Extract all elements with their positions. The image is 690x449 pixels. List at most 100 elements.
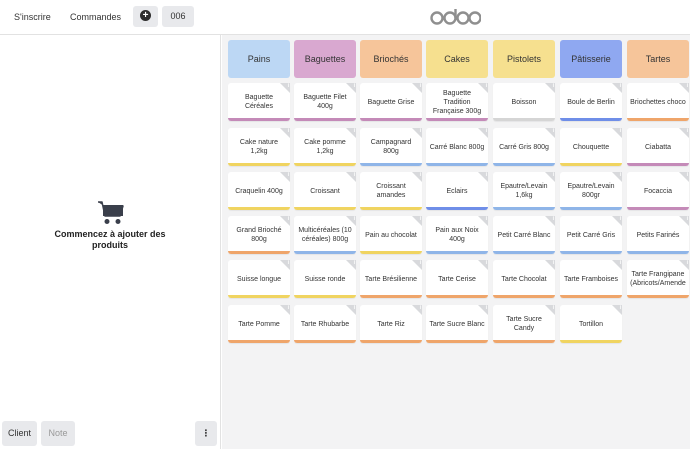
product-card[interactable]: Epautre/Levain 1,6kg i xyxy=(493,172,555,210)
current-order-tab[interactable]: 006 xyxy=(162,6,194,27)
product-card[interactable]: Chouquette i xyxy=(560,128,622,166)
product-card[interactable]: Tarte Riz i xyxy=(360,305,422,343)
product-card[interactable]: Grand Brioché 800g i xyxy=(228,216,290,254)
new-order-button[interactable]: + xyxy=(133,6,158,27)
product-info-icon[interactable]: i xyxy=(545,260,555,270)
product-card[interactable]: Boule de Berlin i xyxy=(560,83,622,121)
product-card[interactable]: Tarte Pomme i xyxy=(228,305,290,343)
product-info-icon[interactable]: i xyxy=(280,172,290,182)
product-card[interactable]: Baguette Tradition Française 300g i xyxy=(426,83,488,121)
client-button[interactable]: Client xyxy=(2,421,37,446)
product-info-icon[interactable]: i xyxy=(679,172,689,182)
category-cakes[interactable]: Cakes xyxy=(426,40,488,78)
product-info-icon[interactable]: i xyxy=(612,260,622,270)
product-info-icon[interactable]: i xyxy=(679,260,689,270)
product-card[interactable]: Campagnard 800g i xyxy=(360,128,422,166)
product-card[interactable]: Epautre/Levain 800gr i xyxy=(560,172,622,210)
product-info-icon[interactable]: i xyxy=(545,216,555,226)
product-card[interactable]: Croissant i xyxy=(294,172,356,210)
product-info-icon[interactable]: i xyxy=(478,128,488,138)
product-card[interactable]: Tarte Framboises i xyxy=(560,260,622,298)
product-info-icon[interactable]: i xyxy=(612,83,622,93)
product-info-icon[interactable]: i xyxy=(612,305,622,315)
product-info-icon[interactable]: i xyxy=(280,260,290,270)
product-info-icon[interactable]: i xyxy=(412,172,422,182)
product-card[interactable]: Tarte Brésilienne i xyxy=(360,260,422,298)
product-info-icon[interactable]: i xyxy=(478,216,488,226)
product-info-icon[interactable]: i xyxy=(412,83,422,93)
product-card[interactable]: Craquelin 400g i xyxy=(228,172,290,210)
product-card[interactable]: Petit Carré Gris i xyxy=(560,216,622,254)
product-info-icon[interactable]: i xyxy=(545,128,555,138)
category-briochés[interactable]: Briochés xyxy=(360,40,422,78)
product-name: Craquelin 400g xyxy=(235,187,283,195)
product-card[interactable]: Tarte Rhubarbe i xyxy=(294,305,356,343)
product-card[interactable]: Tarte Sucre Blanc i xyxy=(426,305,488,343)
product-info-icon[interactable]: i xyxy=(679,216,689,226)
product-card[interactable]: Croissant amandes i xyxy=(360,172,422,210)
product-card[interactable]: Tarte Chocolat i xyxy=(493,260,555,298)
product-info-icon[interactable]: i xyxy=(412,216,422,226)
product-card[interactable]: Pain aux Noix 400g i xyxy=(426,216,488,254)
product-card[interactable]: Ciabatta i xyxy=(627,128,689,166)
category-baguettes[interactable]: Baguettes xyxy=(294,40,356,78)
product-card[interactable]: Tarte Cerise i xyxy=(426,260,488,298)
product-name: Tarte Brésilienne xyxy=(364,275,418,283)
product-info-icon[interactable]: i xyxy=(346,83,356,93)
product-card[interactable]: Tortillon i xyxy=(560,305,622,343)
category-pâtisserie[interactable]: Pâtisserie xyxy=(560,40,622,78)
product-card[interactable]: Tarte Frangipane (Abricots/Amende i xyxy=(627,260,689,298)
product-info-icon[interactable]: i xyxy=(612,216,622,226)
signin-button[interactable]: S'inscrire xyxy=(10,7,55,27)
product-card[interactable]: Multicéréales (10 céréales) 800g i xyxy=(294,216,356,254)
product-info-icon[interactable]: i xyxy=(412,305,422,315)
more-options-button[interactable]: ⋮ xyxy=(195,421,217,446)
product-info-icon[interactable]: i xyxy=(346,216,356,226)
product-card[interactable]: Eclairs i xyxy=(426,172,488,210)
product-info-icon[interactable]: i xyxy=(346,305,356,315)
product-card[interactable]: Carré Gris 800g i xyxy=(493,128,555,166)
category-pistolets[interactable]: Pistolets xyxy=(493,40,555,78)
product-info-icon[interactable]: i xyxy=(346,260,356,270)
product-info-icon[interactable]: i xyxy=(545,172,555,182)
product-card[interactable]: Baguette Filet 400g i xyxy=(294,83,356,121)
product-info-icon[interactable]: i xyxy=(346,172,356,182)
note-button[interactable]: Note xyxy=(41,421,75,446)
product-card[interactable]: Cake nature 1,2kg i xyxy=(228,128,290,166)
product-info-icon[interactable]: i xyxy=(545,305,555,315)
product-card[interactable]: Baguette Grise i xyxy=(360,83,422,121)
product-card[interactable]: Pain au chocolat i xyxy=(360,216,422,254)
product-info-icon[interactable]: i xyxy=(612,172,622,182)
product-info-icon[interactable]: i xyxy=(280,128,290,138)
product-card[interactable]: Petits Farinés i xyxy=(627,216,689,254)
product-card[interactable]: Boisson i xyxy=(493,83,555,121)
category-pains[interactable]: Pains xyxy=(228,40,290,78)
product-info-icon[interactable]: i xyxy=(280,305,290,315)
product-card[interactable]: Focaccia i xyxy=(627,172,689,210)
product-info-icon[interactable]: i xyxy=(612,128,622,138)
orders-button[interactable]: Commandes xyxy=(66,7,125,27)
product-info-icon[interactable]: i xyxy=(679,83,689,93)
product-info-icon[interactable]: i xyxy=(346,128,356,138)
product-card[interactable]: Suisse longue i xyxy=(228,260,290,298)
product-info-icon[interactable]: i xyxy=(545,83,555,93)
product-info-icon[interactable]: i xyxy=(280,83,290,93)
product-card[interactable]: Suisse ronde i xyxy=(294,260,356,298)
product-info-icon[interactable]: i xyxy=(280,216,290,226)
product-info-icon[interactable]: i xyxy=(412,260,422,270)
product-card[interactable]: Petit Carré Blanc i xyxy=(493,216,555,254)
product-card[interactable]: Briochettes choco i xyxy=(627,83,689,121)
product-card[interactable]: Cake pomme 1,2kg i xyxy=(294,128,356,166)
category-color-bar xyxy=(426,340,488,343)
category-tartes[interactable]: Tartes xyxy=(627,40,689,78)
product-info-icon[interactable]: i xyxy=(478,260,488,270)
product-card[interactable]: Carré Blanc 800g i xyxy=(426,128,488,166)
product-info-icon[interactable]: i xyxy=(679,128,689,138)
product-info-icon[interactable]: i xyxy=(478,83,488,93)
product-card[interactable]: Tarte Sucre Candy i xyxy=(493,305,555,343)
product-info-icon[interactable]: i xyxy=(412,128,422,138)
product-info-icon[interactable]: i xyxy=(478,172,488,182)
product-info-icon[interactable]: i xyxy=(478,305,488,315)
plus-circle-icon: + xyxy=(140,10,151,22)
product-card[interactable]: Baguette Céréales i xyxy=(228,83,290,121)
